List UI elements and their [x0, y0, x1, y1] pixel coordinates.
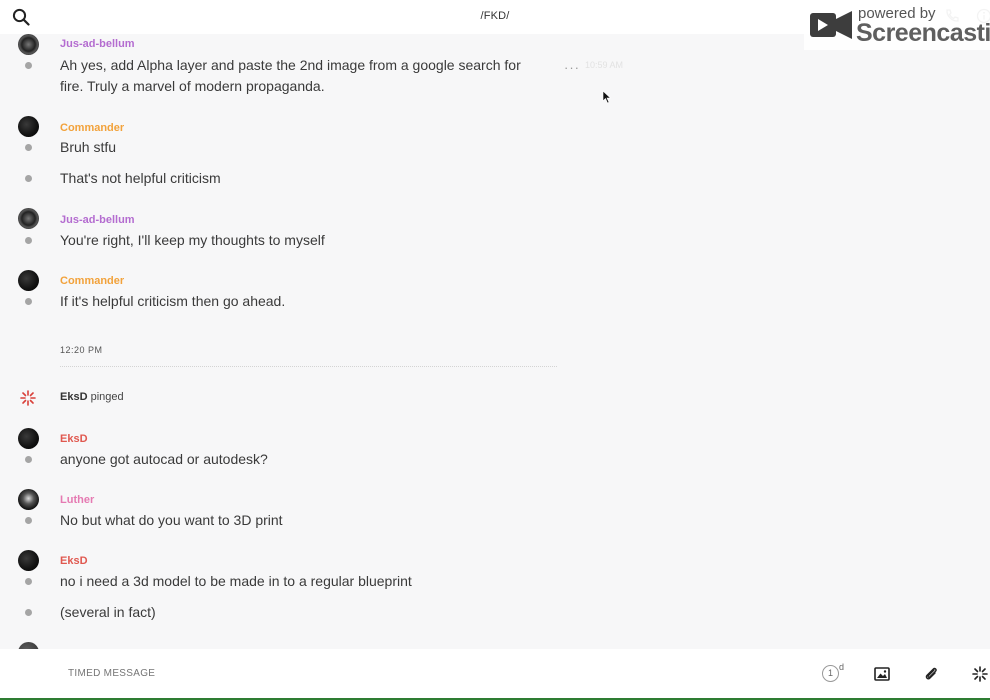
username[interactable]: Commander: [60, 275, 124, 287]
avatar[interactable]: [18, 428, 39, 449]
ping-user[interactable]: EksD: [60, 391, 88, 403]
message-text: anyone got autocad or autodesk?: [60, 451, 268, 467]
message-status-dot: [25, 456, 32, 463]
time-divider-line: [60, 366, 557, 367]
message-status-dot: [25, 144, 32, 151]
avatar[interactable]: [18, 489, 39, 510]
message-status-dot: [25, 237, 32, 244]
username[interactable]: EksD: [60, 555, 88, 567]
username[interactable]: EksD: [60, 433, 88, 445]
screencastify-logo-icon: [810, 11, 852, 39]
timer-badge[interactable]: 1: [822, 665, 839, 682]
message-status-dot: [25, 175, 32, 182]
message-text: no i need a 3d model to be made in to a …: [60, 573, 412, 589]
message-timestamp: 10:59 AM: [585, 60, 624, 70]
message-status-dot: [25, 517, 32, 524]
message-text: If it's helpful criticism then go ahead.: [60, 293, 286, 309]
message-text: Ah yes, add Alpha layer and paste the 2n…: [60, 57, 521, 94]
avatar[interactable]: [18, 270, 39, 291]
mouse-cursor-icon: [602, 90, 612, 104]
message-text: Bruh stfu: [60, 139, 117, 155]
message-text: That's not helpful criticism: [60, 170, 221, 186]
timed-message-input[interactable]: [68, 668, 368, 679]
message-status-dot: [25, 578, 32, 585]
username[interactable]: Jus-ad-bellum: [60, 38, 135, 50]
image-icon[interactable]: [874, 666, 890, 682]
composer-bar: 1 d: [0, 649, 990, 698]
ping-text: EksD pinged: [60, 391, 124, 403]
ping-icon: [20, 390, 36, 406]
screencastify-watermark: powered by Screencastify: [804, 0, 990, 50]
ping-action: pinged: [90, 391, 124, 403]
message-status-dot: [25, 609, 32, 616]
message-text: You're right, I'll keep my thoughts to m…: [60, 232, 325, 248]
avatar[interactable]: [18, 116, 39, 137]
watermark-brand: Screencastify: [856, 19, 990, 47]
username[interactable]: Jus-ad-bellum: [60, 214, 135, 226]
message-status-dot: [25, 298, 32, 305]
more-options-icon[interactable]: ···: [564, 60, 580, 75]
paperclip-icon[interactable]: [923, 666, 939, 682]
message-text: (several in fact): [60, 604, 156, 620]
ping-burst-icon[interactable]: [972, 666, 988, 682]
avatar[interactable]: [18, 208, 39, 229]
timer-unit: d: [839, 662, 845, 672]
avatar[interactable]: [18, 34, 39, 55]
message-status-dot: [25, 62, 32, 69]
message-text: No but what do you want to 3D print: [60, 512, 283, 528]
time-divider-label: 12:20 PM: [60, 345, 103, 355]
username[interactable]: Luther: [60, 494, 94, 506]
avatar[interactable]: [18, 550, 39, 571]
username[interactable]: Commander: [60, 122, 124, 134]
